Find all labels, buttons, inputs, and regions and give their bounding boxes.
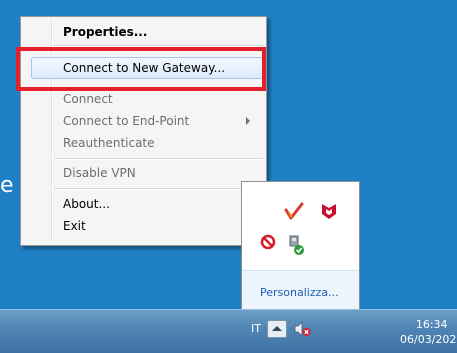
muted-speaker-icon[interactable] [293,321,311,337]
menu-item-exit[interactable]: Exit [23,215,264,237]
menu-separator [54,188,263,190]
notification-area-overflow: Personalizza... [241,181,360,311]
no-entry-icon[interactable] [260,234,276,250]
network-device-icon[interactable] [286,234,306,256]
customize-link[interactable]: Personalizza... [260,286,339,299]
menu-separator [54,158,263,160]
clock-time: 16:34 [415,318,448,331]
chevron-up-icon [272,326,282,331]
desktop-partial-text: e [0,173,15,198]
mcafee-icon[interactable] [320,202,338,220]
system-clock[interactable]: 16:34 06/03/2020 [400,317,457,347]
submenu-arrow-icon [246,117,250,125]
menu-item-label: Connect to End-Point [63,114,190,128]
menu-item-properties[interactable]: Properties... [23,21,264,43]
menu-item-connect-end-point[interactable]: Connect to End-Point [23,110,264,132]
menu-item-reauthenticate[interactable]: Reauthenticate [23,132,264,154]
menu-item-connect[interactable]: Connect [23,88,264,110]
clock-date: 06/03/2020 [400,333,457,346]
checkmark-antivirus-icon[interactable] [284,202,304,222]
annotation-highlight-box [16,47,266,91]
menu-item-disable-vpn[interactable]: Disable VPN [23,162,264,184]
menu-item-about[interactable]: About... [23,193,264,215]
taskbar: IT 16:34 06/03/2020 [0,309,457,353]
language-indicator[interactable]: IT [251,322,261,335]
show-hidden-icons-button[interactable] [267,320,287,338]
